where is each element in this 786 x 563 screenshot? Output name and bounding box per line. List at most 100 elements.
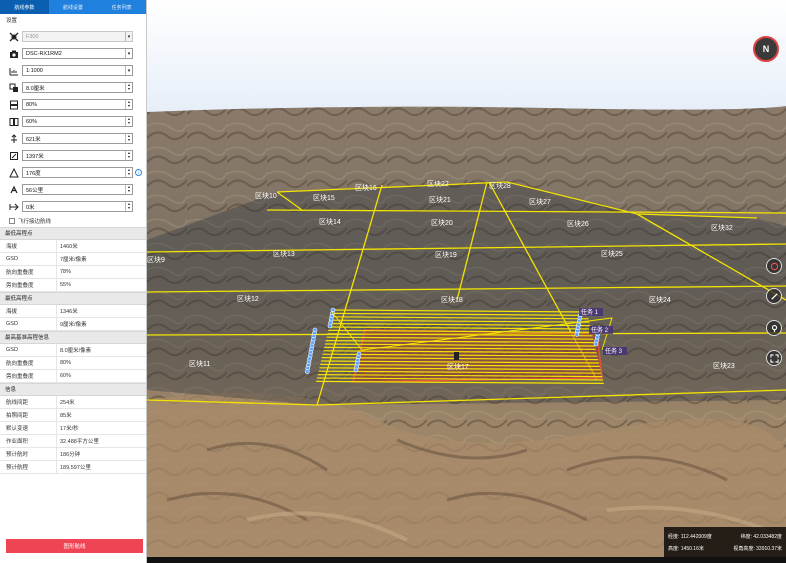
flight-height-row: 621米 ▲ ▼ (0, 130, 146, 147)
task-label[interactable]: 任务 1 (581, 308, 599, 316)
info-value: 60% (56, 370, 146, 382)
group-header: 信息 (0, 383, 146, 396)
view-height-text: 视角高度: 33910.37米 (733, 545, 782, 552)
overlap-side-row: 60% ▲ ▼ (0, 113, 146, 130)
spinner[interactable]: ▲ ▼ (125, 202, 132, 211)
info-row: GSD 7厘米/像素 (0, 253, 146, 266)
block-label[interactable]: 区块11 (189, 359, 210, 368)
speed-input[interactable]: 56公里 ▲ ▼ (22, 184, 133, 195)
waypoint-marker[interactable] (593, 341, 599, 347)
info-row: GSD 9厘米/像素 (0, 318, 146, 331)
edge-route-checkbox[interactable] (9, 218, 15, 224)
waypoint-marker[interactable] (327, 323, 333, 329)
panel-tabs: 航线参数 航线设置 任务列表 (0, 0, 146, 14)
block-label[interactable]: 区块17 (447, 362, 469, 371)
block-label[interactable]: 区块14 (319, 217, 341, 226)
waypoint-marker[interactable] (304, 369, 310, 374)
longitude-text: 经度: 112.442009度 (668, 533, 712, 540)
info-row: 预计航程 189.597公里 (0, 461, 146, 474)
camera-icon (8, 48, 20, 60)
spinner[interactable]: ▲ ▼ (125, 83, 132, 92)
edge-route-checkbox-row[interactable]: 飞行接边航线 (0, 215, 146, 227)
compass-button[interactable]: N (753, 36, 779, 62)
block-label[interactable]: 区块26 (567, 219, 589, 228)
block-label[interactable]: 区块12 (237, 294, 259, 303)
heading-row: 176度 ▲ ▼ i (0, 164, 146, 181)
info-value: 80% (56, 357, 146, 369)
speed-icon (8, 184, 20, 196)
tab-route-settings[interactable]: 航线设置 (49, 0, 98, 14)
spinner[interactable]: ▲ ▼ (125, 134, 132, 143)
block-label[interactable]: 区块21 (429, 195, 451, 204)
extend-input[interactable]: 0米 ▲ ▼ (22, 201, 133, 212)
waypoint-marker[interactable] (353, 367, 359, 373)
spinner[interactable]: ▲ ▼ (125, 100, 132, 109)
coordinate-readout: 经度: 112.442009度 纬度: 42.033482度 高度: 1450.… (664, 527, 786, 557)
task-label[interactable]: 任务 3 (605, 347, 623, 355)
extend-icon (8, 201, 20, 213)
status-strip (147, 557, 786, 563)
spinner[interactable]: ▲ ▼ (125, 151, 132, 160)
block-label[interactable]: 区块20 (431, 218, 453, 227)
task-label[interactable]: 任务 2 (591, 326, 609, 334)
altitude-row: 1397米 ▲ ▼ (0, 147, 146, 164)
heading-input[interactable]: 176度 ▲ ▼ (22, 167, 133, 178)
block-label[interactable]: 区块32 (711, 223, 733, 232)
overlap-forward-input[interactable]: 80% ▲ ▼ (22, 99, 133, 110)
info-value: 189.597公里 (56, 461, 146, 473)
height-text: 高度: 1450.16米 (668, 545, 704, 552)
spinner[interactable]: ▲ ▼ (125, 185, 132, 194)
info-value: 1346米 (56, 305, 146, 317)
location-pin-icon (771, 324, 777, 332)
block-label[interactable]: 区块10 (255, 191, 277, 200)
gsd-input[interactable]: 8.0厘米 ▲ ▼ (22, 82, 133, 93)
waypoint-marker[interactable] (574, 332, 580, 337)
block-label[interactable]: 区块18 (441, 295, 463, 304)
info-icon[interactable]: i (135, 169, 142, 176)
aircraft-select[interactable]: F300 ▾ (22, 31, 133, 42)
tab-route-params[interactable]: 航线参数 (0, 0, 49, 14)
info-value: 8.0厘米/像素 (56, 344, 146, 356)
altitude-input[interactable]: 1397米 ▲ ▼ (22, 150, 133, 161)
tab-task-list[interactable]: 任务列表 (97, 0, 146, 14)
fullscreen-icon (769, 353, 779, 363)
info-value: 55% (56, 279, 146, 291)
block-label[interactable]: 区块15 (313, 193, 335, 202)
zoom-in-button[interactable] (766, 258, 782, 274)
block-label[interactable]: 区块13 (273, 249, 295, 258)
info-key: 海拔 (6, 244, 18, 250)
overlap-side-input[interactable]: 60% ▲ ▼ (22, 116, 133, 127)
block-label[interactable]: 区块27 (529, 197, 551, 206)
fullscreen-button[interactable] (766, 350, 782, 366)
info-value: 9厘米/像素 (56, 318, 146, 330)
info-row: 旁向重叠度 60% (0, 370, 146, 383)
generate-route-button[interactable]: 图形航线 (6, 539, 143, 553)
info-row: 拍照间距 85米 (0, 409, 146, 422)
map-view[interactable]: 区块10 区块15 区块16 区块22 区块28 区块21 区块27 区块14 区块20 区块26… (147, 0, 786, 563)
scale-row: 1:1000 ▾ (0, 62, 146, 79)
camera-select[interactable]: DSC-RX1RM2 ▾ (22, 48, 133, 59)
chevron-down-icon: ▾ (125, 66, 132, 75)
info-groups: 最低高程点 海拔 1460米 GSD 7厘米/像素 航向重叠度 78% 旁向重叠度 55% 最低高… (0, 227, 146, 474)
block-label[interactable]: 区块9 (147, 255, 165, 264)
block-label[interactable]: 区块23 (713, 361, 735, 370)
flight-height-input[interactable]: 621米 ▲ ▼ (22, 133, 133, 144)
overlap-forward-icon (8, 99, 20, 111)
measure-button[interactable] (766, 288, 782, 304)
block-label[interactable]: 区块19 (435, 250, 457, 259)
edge-route-label: 飞行接边航线 (18, 219, 52, 225)
block-label[interactable]: 区块28 (489, 181, 511, 190)
block-label[interactable]: 区块16 (355, 183, 377, 192)
group-header: 最低高程点 (0, 292, 146, 305)
location-button[interactable] (766, 320, 782, 336)
block-label[interactable]: 区块24 (649, 295, 671, 304)
info-row: 航向重叠度 78% (0, 266, 146, 279)
info-value: 254米 (56, 396, 146, 408)
spinner[interactable]: ▲ ▼ (125, 117, 132, 126)
spinner[interactable]: ▲ ▼ (125, 168, 132, 177)
block-label[interactable]: 区块25 (601, 249, 623, 258)
block-label[interactable]: 区块22 (427, 179, 449, 188)
scale-select[interactable]: 1:1000 ▾ (22, 65, 133, 76)
info-key: 航线间距 (6, 400, 29, 406)
terrain-scene: 区块10 区块15 区块16 区块22 区块28 区块21 区块27 区块14 区块20 区块26… (147, 0, 786, 563)
